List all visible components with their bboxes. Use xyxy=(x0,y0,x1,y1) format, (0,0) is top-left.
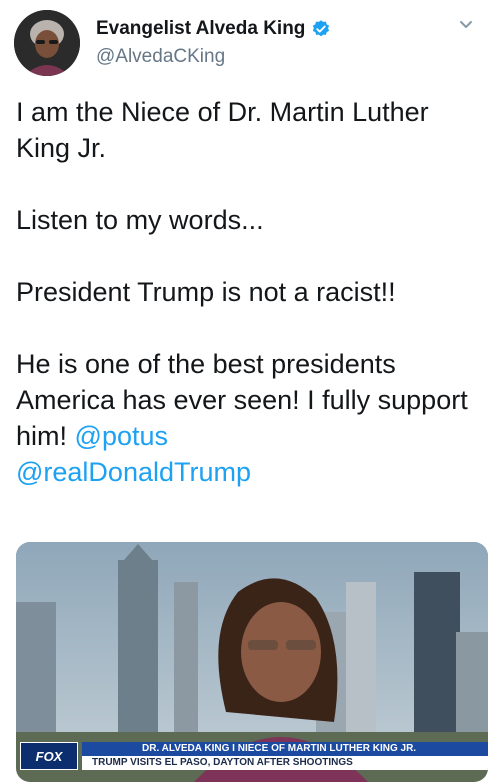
tweet-paragraph: Listen to my words... xyxy=(16,205,264,235)
tweet-paragraph: I am the Niece of Dr. Martin Luther King… xyxy=(16,97,429,163)
tweet-media-video[interactable]: FOX DR. ALVEDA KING I NIECE OF MARTIN LU… xyxy=(16,542,488,782)
tweet-card[interactable]: Evangelist Alveda King @AlvedaCKing I am… xyxy=(0,0,492,782)
tweet-text: I am the Niece of Dr. Martin Luther King… xyxy=(16,94,484,490)
chevron-down-icon[interactable] xyxy=(456,14,476,34)
author-handle[interactable]: @AlvedaCKing xyxy=(96,46,225,68)
chyron-headline: DR. ALVEDA KING I NIECE OF MARTIN LUTHER… xyxy=(82,742,488,756)
mention-link-realdonaldtrump[interactable]: @realDonaldTrump xyxy=(16,457,251,487)
tweet-paragraph: President Trump is not a racist!! xyxy=(16,277,396,307)
news-chyron: FOX DR. ALVEDA KING I NIECE OF MARTIN LU… xyxy=(16,742,488,770)
author-name[interactable]: Evangelist Alveda King xyxy=(96,18,331,40)
mention-link-potus[interactable]: @potus xyxy=(75,421,168,451)
tweet-header: Evangelist Alveda King @AlvedaCKing xyxy=(14,10,478,80)
avatar[interactable] xyxy=(14,10,80,76)
author-name-label[interactable]: Evangelist Alveda King xyxy=(96,18,305,40)
tweet-paragraph-with-mentions: He is one of the best presidents America… xyxy=(16,346,484,490)
verified-badge-icon xyxy=(311,19,331,39)
fox-news-logo: FOX xyxy=(20,742,78,770)
